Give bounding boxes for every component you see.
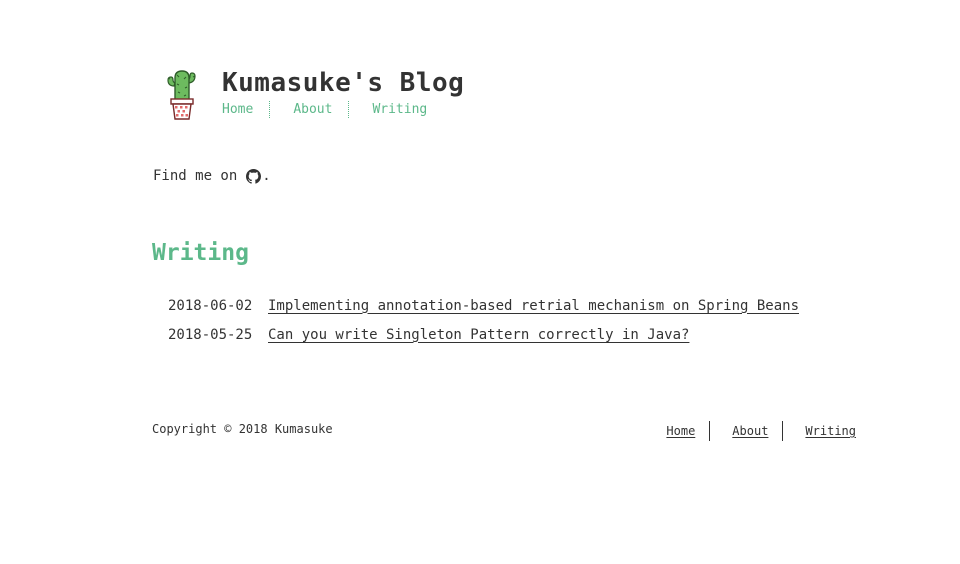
post-link[interactable]: Can you write Singleton Pattern correctl… bbox=[268, 327, 689, 343]
post-item: 2018-05-25 Can you write Singleton Patte… bbox=[168, 320, 799, 349]
nav-divider bbox=[348, 101, 350, 118]
footer-divider bbox=[709, 421, 711, 441]
post-date: 2018-05-25 bbox=[168, 326, 253, 343]
site-title[interactable]: Kumasuke's Blog bbox=[222, 68, 464, 98]
footer-link-about[interactable]: About bbox=[732, 421, 768, 441]
nav-link-about[interactable]: About bbox=[293, 101, 332, 118]
post-list: 2018-06-02 Implementing annotation-based… bbox=[168, 291, 799, 349]
page: Kumasuke's Blog Home About Writing Find … bbox=[152, 0, 856, 564]
intro-suffix: . bbox=[262, 168, 271, 184]
nav-link-home[interactable]: Home bbox=[222, 101, 253, 118]
intro-text: Find me on bbox=[153, 168, 238, 184]
post-link[interactable]: Implementing annotation-based retrial me… bbox=[268, 298, 799, 314]
nav-divider bbox=[269, 101, 271, 118]
github-icon[interactable] bbox=[246, 168, 262, 184]
section-title-writing: Writing bbox=[152, 240, 249, 266]
nav-link-writing[interactable]: Writing bbox=[372, 101, 427, 118]
footer-divider bbox=[782, 421, 784, 441]
intro-line: Find me on . bbox=[153, 168, 271, 184]
post-date: 2018-06-02 bbox=[168, 297, 253, 314]
footer-link-writing[interactable]: Writing bbox=[805, 421, 856, 441]
footer-nav: Home About Writing bbox=[666, 421, 856, 441]
header-nav: Home About Writing bbox=[222, 101, 427, 118]
cactus-in-pot-icon[interactable] bbox=[164, 69, 200, 121]
footer-link-home[interactable]: Home bbox=[666, 421, 695, 441]
post-item: 2018-06-02 Implementing annotation-based… bbox=[168, 291, 799, 320]
copyright-text: Copyright © 2018 Kumasuke bbox=[152, 422, 333, 436]
